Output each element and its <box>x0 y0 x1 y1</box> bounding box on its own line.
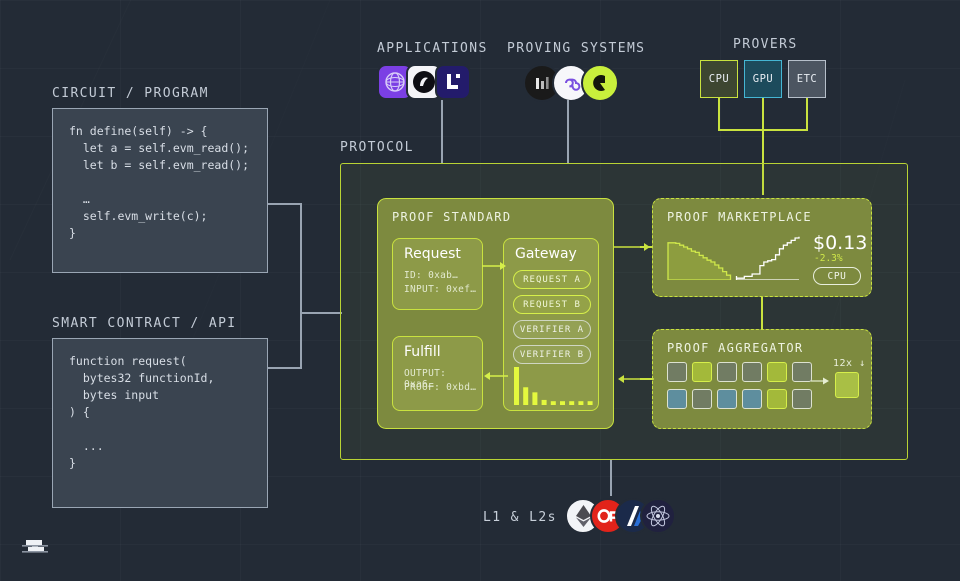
connector-proving-systems <box>567 100 569 163</box>
contract-label: SMART CONTRACT / API <box>52 316 237 331</box>
request-id: ID: 0xab… <box>404 270 459 281</box>
app-icon-lens[interactable] <box>435 64 471 100</box>
gateway-pill-verifier-a[interactable]: VERIFIER A <box>513 320 591 339</box>
marketplace-delta: -2.3% <box>814 253 843 264</box>
connector-to-protocol <box>300 312 342 314</box>
fulfill-card[interactable]: Fulfill OUTPUT: 0xa6… PROOF: 0xbd… <box>392 336 483 411</box>
aggregator-multiplier: 12x ↓ <box>833 358 866 369</box>
proving-icon-lime[interactable] <box>581 64 619 102</box>
connector-aggregator-left <box>640 378 653 380</box>
aggregator-cell-blue <box>667 389 687 409</box>
avatar-glyph-icon <box>413 71 435 93</box>
connector-marketplace-aggregator <box>761 297 763 329</box>
proof-marketplace-title: PROOF MARKETPLACE <box>667 210 812 224</box>
protocol-label: PROTOCOL <box>340 140 414 155</box>
applications-label: APPLICATIONS <box>377 41 488 56</box>
connector-applications <box>441 100 443 163</box>
connector-contract-h <box>268 367 301 369</box>
request-heading: Request <box>404 246 461 262</box>
bars-glyph-icon <box>536 77 549 89</box>
proving-systems-label: PROVING SYSTEMS <box>507 41 646 56</box>
provers-label: PROVERS <box>733 37 798 52</box>
prover-etc-label: ETC <box>796 73 818 85</box>
prover-gpu-label: GPU <box>752 73 774 85</box>
connector-circuit-h <box>268 203 301 205</box>
pill-label: REQUEST A <box>523 274 581 285</box>
connector-protocol-to-l1 <box>610 460 612 496</box>
chain-icon-cosmos[interactable] <box>640 498 676 534</box>
proof-aggregator-title: PROOF AGGREGATOR <box>667 341 804 355</box>
l1-l2s-label: L1 & L2s <box>483 510 557 525</box>
marketplace-cpu-tag[interactable]: CPU <box>813 267 861 285</box>
infinity-icon <box>565 78 581 91</box>
proof-standard-title: PROOF STANDARD <box>392 210 512 224</box>
aggregator-cell-gray <box>717 362 737 382</box>
aggregator-cell-gray <box>667 362 687 382</box>
diagram-canvas: CIRCUIT / PROGRAM fn define(self) -> { l… <box>0 0 960 581</box>
proof-aggregator-box: PROOF AGGREGATOR 12x ↓ <box>652 329 872 429</box>
aggregator-cell-green <box>767 362 787 382</box>
gateway-card[interactable]: Gateway REQUEST A REQUEST B VERIFIER A V… <box>503 238 599 411</box>
marketplace-cpu-tag-label: CPU <box>827 270 847 282</box>
aggregator-cell-green <box>692 362 712 382</box>
l1-l2s-icons <box>565 498 676 534</box>
aggregator-cell-gray <box>792 362 812 382</box>
cosmos-atom-icon <box>646 505 670 527</box>
gateway-pill-verifier-b[interactable]: VERIFIER B <box>513 345 591 364</box>
connector-contract-v <box>300 313 302 369</box>
aggregator-cell-green <box>767 389 787 409</box>
ethereum-glyph-icon <box>575 505 591 527</box>
applications-icons <box>377 64 471 100</box>
aggregator-cell-gray <box>742 362 762 382</box>
aggregator-cell-blue <box>742 389 762 409</box>
marketplace-chart <box>667 236 800 280</box>
pill-label: VERIFIER A <box>519 324 585 335</box>
fulfill-proof: PROOF: 0xbd… <box>404 382 477 393</box>
aggregator-output-cell <box>835 372 859 398</box>
pill-label: REQUEST B <box>523 299 581 310</box>
connector-prover-etc <box>806 98 808 130</box>
aggregator-multiplier-label: 12x <box>833 358 853 369</box>
prover-cpu-label: CPU <box>708 73 730 85</box>
aggregator-cell-gray <box>692 389 712 409</box>
arrow-to-output <box>811 377 829 385</box>
aggregator-cell-blue <box>717 389 737 409</box>
proof-marketplace-box: PROOF MARKETPLACE $0.13 -2.3% CPU <box>652 198 872 297</box>
proving-systems-icons <box>523 64 619 102</box>
connector-prover-cpu <box>718 98 720 130</box>
prover-etc[interactable]: ETC <box>788 60 826 98</box>
contract-code: function request( bytes32 functionId, by… <box>69 354 215 470</box>
connector-circuit-v <box>300 203 302 313</box>
letter-l-icon <box>447 74 460 89</box>
connector-marketplace-left <box>640 246 653 248</box>
request-card[interactable]: Request ID: 0xab… INPUT: 0xef… <box>392 238 483 310</box>
aggregator-cell-gray <box>792 389 812 409</box>
pac-glyph-icon <box>593 75 605 91</box>
arrow-down-icon: ↓ <box>859 358 866 369</box>
fulfill-heading: Fulfill <box>404 344 441 360</box>
succinct-logo-icon <box>22 540 48 553</box>
globe-icon <box>385 72 405 92</box>
gateway-heading: Gateway <box>515 246 577 262</box>
prover-cpu[interactable]: CPU <box>700 60 738 98</box>
marketplace-price: $0.13 <box>813 232 868 254</box>
succinct-logo[interactable] <box>20 533 52 567</box>
gateway-pill-request-b[interactable]: REQUEST B <box>513 295 591 314</box>
gateway-pill-request-a[interactable]: REQUEST A <box>513 270 591 289</box>
pill-label: VERIFIER B <box>519 349 585 360</box>
arrow-gateway-to-fulfill <box>484 372 508 380</box>
connector-prover-gpu <box>762 98 764 130</box>
contract-code-panel: function request( bytes32 functionId, by… <box>52 338 268 508</box>
circuit-label: CIRCUIT / PROGRAM <box>52 86 209 101</box>
circuit-code-panel: fn define(self) -> { let a = self.evm_re… <box>52 108 268 273</box>
prover-gpu[interactable]: GPU <box>744 60 782 98</box>
request-input: INPUT: 0xef… <box>404 284 477 295</box>
gateway-bar-chart <box>514 367 593 405</box>
circuit-code: fn define(self) -> { let a = self.evm_re… <box>69 124 250 240</box>
arrow-request-to-gateway <box>482 262 506 270</box>
